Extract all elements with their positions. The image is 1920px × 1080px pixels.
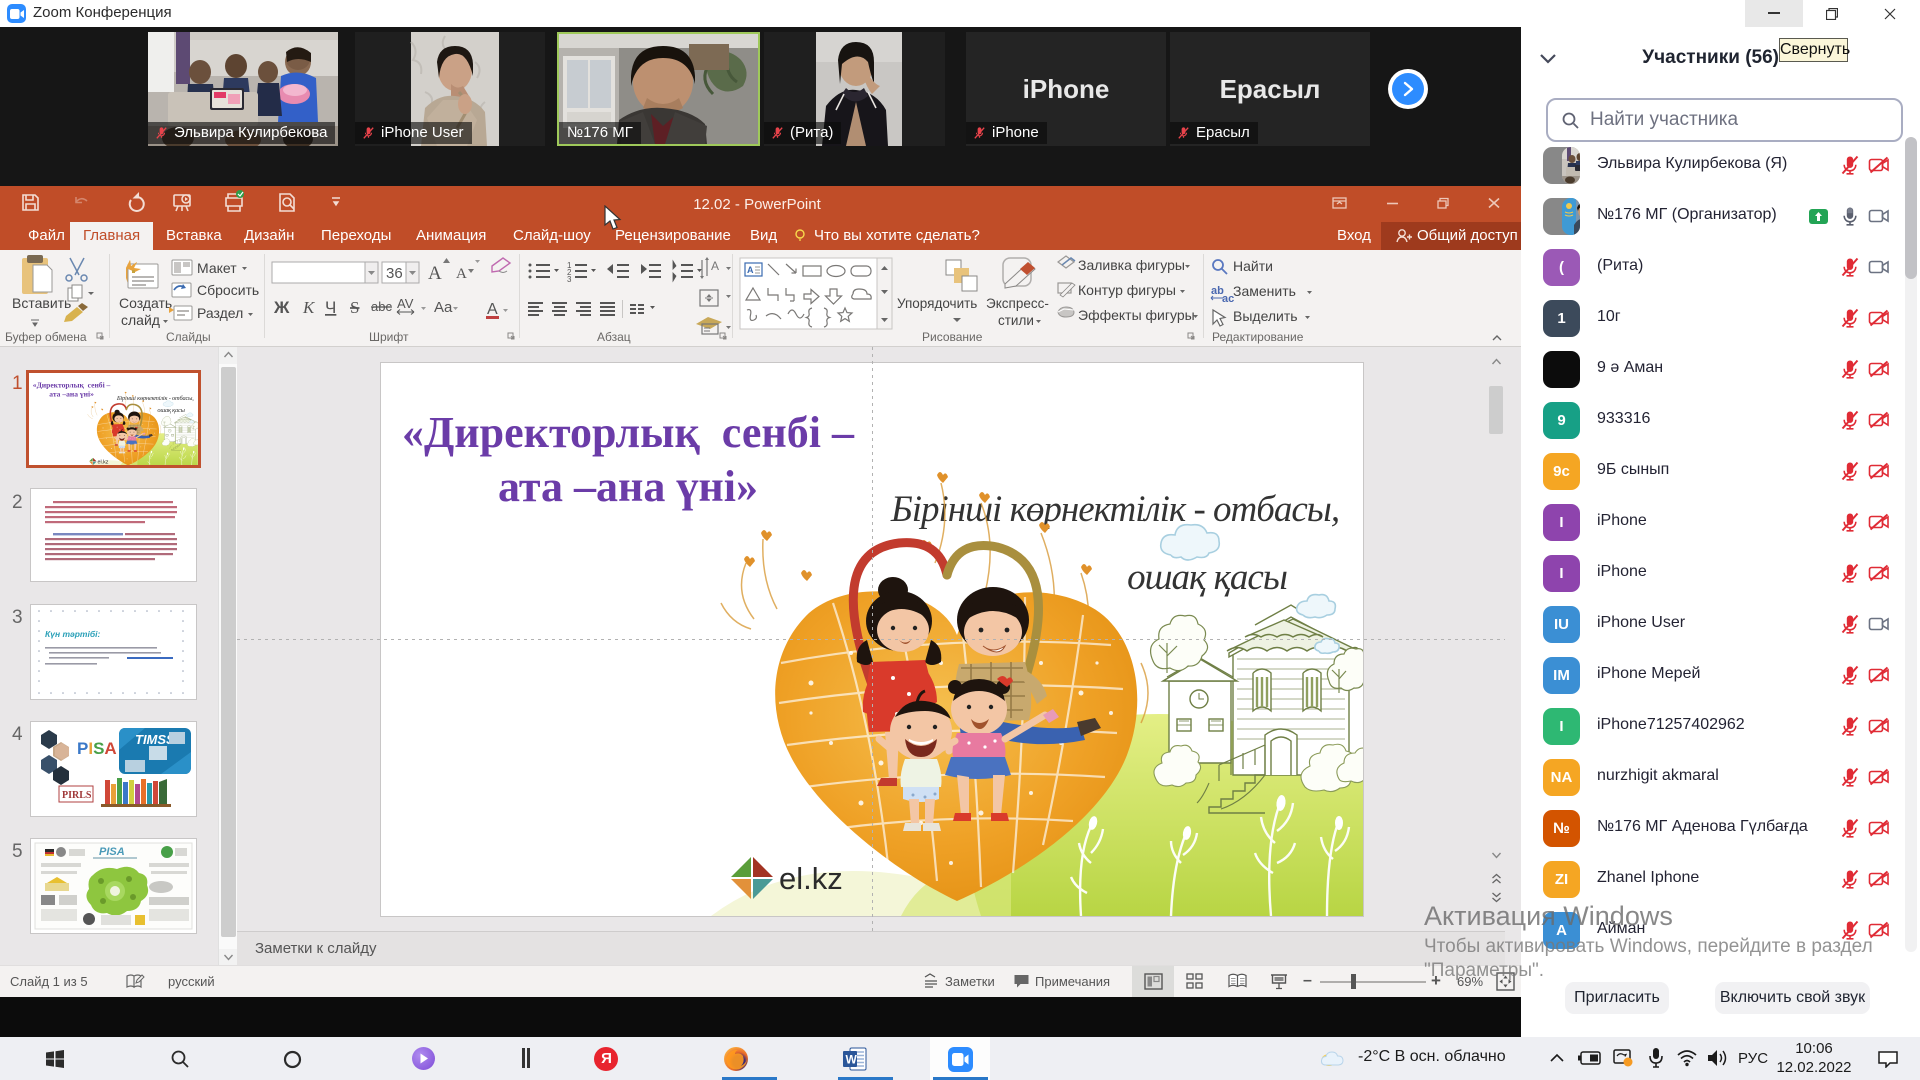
svg-text:Выделить: Выделить bbox=[1233, 308, 1298, 324]
svg-text:А: А bbox=[456, 266, 467, 282]
svg-text:PISA: PISA bbox=[99, 846, 125, 858]
svg-text:Упорядочить: Упорядочить bbox=[897, 296, 977, 311]
svg-text:W: W bbox=[846, 1053, 858, 1067]
svg-text:3: 3 bbox=[567, 275, 572, 284]
svg-text:Бірінші көрнектілік - отбасы,: Бірінші көрнектілік - отбасы, bbox=[890, 489, 1339, 530]
svg-text:Эффекты фигуры: Эффекты фигуры bbox=[1078, 307, 1195, 323]
svg-text:А: А bbox=[711, 259, 719, 273]
svg-text:Экспресс-: Экспресс- bbox=[986, 296, 1049, 311]
svg-text:К: К bbox=[302, 298, 316, 317]
svg-text:Буфер обмена: Буфер обмена bbox=[5, 330, 87, 344]
svg-text:Раздел: Раздел bbox=[197, 305, 243, 321]
svg-text:Ж: Ж bbox=[273, 298, 290, 317]
svg-text:слайд: слайд bbox=[121, 312, 160, 328]
svg-text:S: S bbox=[350, 298, 359, 317]
svg-text:Ч: Ч bbox=[325, 298, 336, 317]
svg-text:Вставить: Вставить bbox=[12, 295, 71, 311]
svg-text:Абзац: Абзац bbox=[597, 330, 631, 344]
svg-text:PISA: PISA bbox=[77, 739, 117, 758]
svg-text:Создать: Создать bbox=[119, 295, 172, 311]
svg-text:Күн тәртібі:: Күн тәртібі: bbox=[45, 629, 100, 639]
svg-text:Слайды: Слайды bbox=[166, 330, 211, 344]
svg-text:Aa: Aa bbox=[434, 299, 453, 316]
svg-text:abc: abc bbox=[371, 299, 392, 314]
svg-text:Шрифт: Шрифт bbox=[369, 330, 409, 344]
svg-text:Макет: Макет bbox=[197, 260, 237, 276]
svg-text:Найти: Найти bbox=[1233, 258, 1273, 274]
svg-text:ата –ана үні»: ата –ана үні» bbox=[498, 462, 758, 511]
svg-text:Заменить: Заменить bbox=[1233, 283, 1296, 299]
svg-text:12.02 - PowerPoint: 12.02 - PowerPoint bbox=[693, 196, 821, 213]
svg-text:ошақ қасы: ошақ қасы bbox=[1127, 557, 1287, 598]
svg-text:A: A bbox=[747, 265, 754, 275]
svg-text:el.kz: el.kz bbox=[779, 861, 843, 896]
svg-text:стили: стили bbox=[998, 313, 1034, 328]
svg-text:36: 36 bbox=[386, 265, 403, 282]
svg-text:А: А bbox=[487, 301, 498, 318]
svg-text:А: А bbox=[428, 263, 442, 284]
svg-text:AV: AV bbox=[397, 296, 414, 311]
svg-text:Сбросить: Сбросить bbox=[197, 282, 259, 298]
svg-text:Контур фигуры: Контур фигуры bbox=[1078, 282, 1176, 298]
svg-text:«Директорлық сенбі –: «Директорлық сенбі – bbox=[402, 408, 855, 457]
svg-text:PIRLS: PIRLS bbox=[62, 790, 92, 801]
svg-text:Редактирование: Редактирование bbox=[1212, 330, 1304, 344]
svg-text:Рисование: Рисование bbox=[922, 330, 983, 344]
svg-text:Заливка фигуры: Заливка фигуры bbox=[1078, 257, 1185, 273]
